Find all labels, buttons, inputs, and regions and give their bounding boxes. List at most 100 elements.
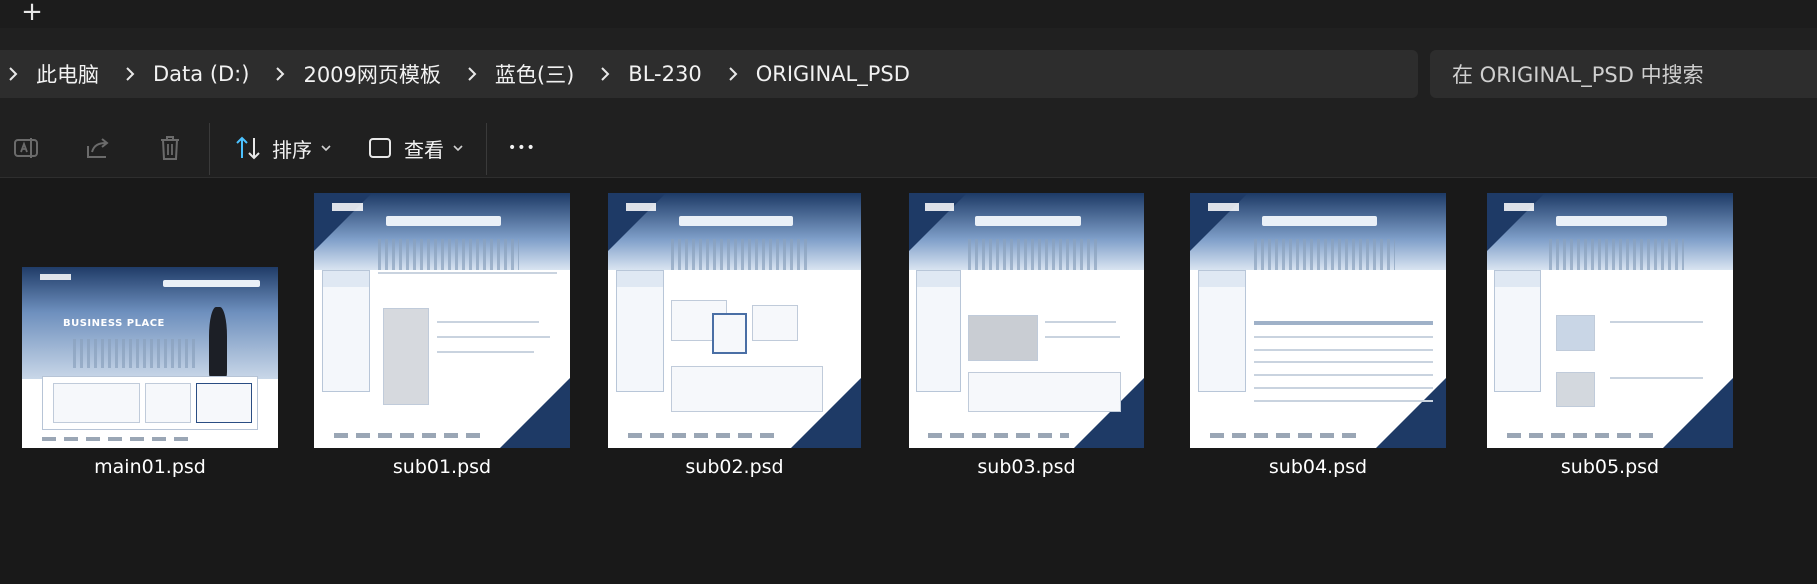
thumbnail-box [752, 305, 798, 341]
file-tile[interactable]: sub02.psd [608, 193, 861, 478]
thumbnail-corner [1663, 378, 1733, 448]
sort-label: 排序 [272, 137, 312, 162]
breadcrumb[interactable]: 此电脑 Data (D:) 2009网页模板 蓝色(三) BL-230 ORIG… [0, 50, 1418, 98]
breadcrumb-item-this-pc[interactable]: 此电脑 [36, 59, 99, 89]
breadcrumb-item-data-drive[interactable]: Data (D:) [153, 62, 249, 86]
file-name[interactable]: sub01.psd [314, 456, 570, 478]
thumbnail-nav [385, 215, 501, 227]
thumbnail-table-row [1254, 361, 1434, 364]
file-tile[interactable]: sub01.psd [314, 193, 570, 478]
file-grid: BUSINESS PLACE main01.psd sub01.psd sub0… [0, 179, 1817, 584]
rename-icon[interactable] [10, 132, 42, 164]
thumbnail-sidebar [615, 269, 664, 392]
chevron-right-icon[interactable] [463, 65, 481, 83]
file-thumbnail[interactable]: BUSINESS PLACE [22, 267, 278, 448]
file-thumbnail[interactable] [1190, 193, 1446, 448]
toolbar-divider [209, 123, 210, 175]
thumbnail-rule [1610, 376, 1704, 379]
delete-icon[interactable] [154, 132, 186, 164]
breadcrumb-item-bl-230[interactable]: BL-230 [628, 62, 701, 86]
thumbnail-nav [678, 215, 793, 227]
thumbnail-table-row [1254, 374, 1434, 377]
thumbnail-sidebar [1494, 269, 1542, 392]
search-input[interactable]: 在 ORIGINAL_PSD 中搜索 [1430, 50, 1817, 98]
sort-button[interactable]: 排序 [234, 130, 332, 166]
thumbnail-logo [625, 203, 657, 211]
thumbnail-table-row [1254, 386, 1434, 389]
file-thumbnail[interactable] [909, 193, 1144, 448]
thumbnail-headline: BUSINESS PLACE [62, 317, 165, 329]
thumbnail-box [52, 382, 140, 423]
chevron-right-icon[interactable] [271, 65, 289, 83]
chevron-down-icon [321, 145, 331, 152]
file-tile[interactable]: sub05.psd [1487, 193, 1733, 478]
thumbnail-footer [1506, 432, 1655, 438]
thumbnail-box [144, 382, 191, 423]
thumbnail-photo [383, 307, 430, 405]
thumbnail-nav [1261, 215, 1377, 227]
file-tile[interactable]: sub03.psd [909, 193, 1144, 478]
thumbnail-corner [500, 378, 570, 448]
more-options-button[interactable]: ••• [508, 130, 536, 166]
thumbnail-box [711, 312, 748, 354]
thumbnail-sidebar [916, 269, 961, 392]
chevron-right-icon[interactable] [596, 65, 614, 83]
file-name[interactable]: sub03.psd [909, 456, 1144, 478]
file-thumbnail[interactable] [314, 193, 570, 448]
view-icon [369, 138, 391, 158]
thumbnail-table-row [1254, 335, 1434, 338]
thumbnail-box [967, 371, 1121, 413]
thumbnail-nav [974, 215, 1081, 227]
thumbnail-footer [334, 432, 489, 438]
thumbnail-nav [162, 279, 261, 287]
thumbnail-skyline [671, 238, 811, 270]
file-name[interactable]: sub02.psd [608, 456, 861, 478]
file-tile[interactable]: BUSINESS PLACE main01.psd [22, 267, 278, 478]
breadcrumb-item-blue-3[interactable]: 蓝色(三) [495, 59, 574, 89]
thumbnail-corner [314, 193, 372, 251]
file-thumbnail[interactable] [1487, 193, 1733, 448]
thumbnail-skyline [1548, 238, 1684, 270]
thumbnail-skyline [73, 339, 197, 369]
thumbnail-footer [42, 437, 197, 441]
thumbnail-photo [967, 315, 1039, 362]
thumbnail-figure [208, 306, 227, 380]
view-label: 查看 [404, 137, 444, 162]
sort-icon [236, 136, 260, 160]
file-tile[interactable]: sub04.psd [1190, 193, 1446, 478]
view-button[interactable]: 查看 [366, 130, 464, 166]
thumbnail-sidebar [1197, 269, 1247, 392]
thumbnail-rule [1610, 320, 1704, 323]
toolbar-divider [486, 123, 487, 175]
new-tab-button[interactable]: + [20, 0, 44, 26]
chevron-right-icon[interactable] [724, 65, 742, 83]
file-explorer-window: + 此电脑 Data (D:) 2009网页模板 蓝色(三) BL-230 OR… [0, 0, 1817, 584]
thumbnail-skyline [378, 238, 519, 270]
chevron-right-icon[interactable] [4, 65, 22, 83]
breadcrumb-item-original-psd[interactable]: ORIGINAL_PSD [756, 62, 910, 86]
thumbnail-rule [1045, 335, 1121, 338]
thumbnail-logo [39, 274, 71, 280]
chevron-right-icon[interactable] [121, 65, 139, 83]
breadcrumb-item-templates-2009[interactable]: 2009网页模板 [303, 59, 440, 89]
thumbnail-sidebar [321, 269, 371, 392]
thumbnail-corner [1487, 193, 1545, 251]
thumbnail-table-header [1254, 320, 1434, 325]
tab-strip: + [0, 0, 1817, 28]
file-name[interactable]: sub05.psd [1487, 456, 1733, 478]
thumbnail-logo [1504, 203, 1534, 211]
file-thumbnail[interactable] [608, 193, 861, 448]
file-name[interactable]: main01.psd [22, 456, 278, 478]
thumbnail-rule [436, 351, 535, 354]
thumbnail-table-row [1254, 348, 1434, 351]
thumbnail-corner [909, 193, 967, 251]
thumbnail-skyline [967, 238, 1097, 270]
address-row: 此电脑 Data (D:) 2009网页模板 蓝色(三) BL-230 ORIG… [0, 28, 1817, 120]
file-name[interactable]: sub04.psd [1190, 456, 1446, 478]
thumbnail-nav [1555, 215, 1667, 227]
thumbnail-footer [1210, 432, 1365, 438]
share-icon[interactable] [82, 132, 114, 164]
thumbnail-rule [1045, 320, 1116, 323]
thumbnail-box [196, 382, 253, 423]
chevron-down-icon [453, 145, 463, 152]
